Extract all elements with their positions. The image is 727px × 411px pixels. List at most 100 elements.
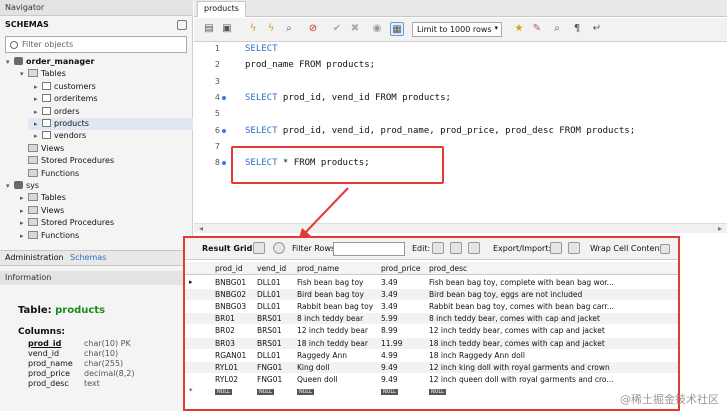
table-cell[interactable]: Bird bean bag toy [297,289,379,300]
tab-schemas[interactable]: Schemas [70,253,106,262]
table-cell[interactable]: BNBG02 [215,289,255,300]
editor-line[interactable]: 1 SELECT [194,42,727,56]
table-cell[interactable]: DLL01 [257,277,295,288]
table-cell[interactable]: BNBG01 [215,277,255,288]
table-row[interactable]: BNBG03 DLL01 Rabbit bean bag toy 3.49 Rabbit… [185,301,678,312]
chevron-down-icon[interactable]: ▾ [20,68,28,80]
column-header-prod_desc[interactable]: prod_desc [429,262,677,275]
table-cell[interactable]: DLL01 [257,350,295,361]
chevron-right-icon[interactable]: ▸ [34,93,42,105]
table-cell[interactable]: 8.99 [381,325,427,336]
table-cell[interactable]: BRS01 [257,325,295,336]
tree-item-products[interactable]: ▸ products [28,118,193,130]
table-cell[interactable]: 9.49 [381,362,427,373]
table-row[interactable]: BR02 BRS01 12 inch teddy bear 8.99 12 inch t… [185,325,678,336]
table-cell[interactable]: Queen doll [297,374,379,385]
tree-item-sys[interactable]: ▾ sys [6,180,39,192]
table-cell[interactable]: BNBG03 [215,301,255,312]
tree-item-stored-procedures[interactable]: ▸ Stored Procedures [20,217,114,229]
column-header-prod_name[interactable]: prod_name [297,262,379,275]
sql-editor[interactable]: 1 SELECT 2 prod_name FROM products; 3 4 SELECT… [194,42,727,234]
table-row[interactable]: BNBG02 DLL01 Bird bean bag toy 3.49 Bird bea… [185,289,678,301]
editor-line[interactable]: 2 prod_name FROM products; [194,58,727,72]
table-cell[interactable]: King doll [297,362,379,373]
table-row[interactable]: BR01 BRS01 8 inch teddy bear 5.99 8 inch ted… [185,313,678,325]
wrap-lines-icon[interactable]: ↵ [590,22,604,36]
invisible-chars-icon[interactable]: ¶ [570,22,584,36]
table-cell[interactable]: BRS01 [257,313,295,324]
find-icon[interactable]: ⌕ [550,22,564,36]
table-cell[interactable]: 4.99 [381,350,427,361]
chevron-right-icon[interactable]: ▸ [20,230,28,242]
table-cell[interactable]: 11.99 [381,338,427,349]
export-icon[interactable] [550,242,562,254]
save-icon[interactable]: ▣ [220,22,234,36]
editor-line[interactable]: 5 [194,107,727,121]
refresh-icon[interactable] [273,242,285,254]
editor-line[interactable]: 4 SELECT prod_id, vend_id FROM products; [194,91,727,105]
autocommit-icon[interactable]: ◉ [370,22,384,36]
tab-products[interactable]: products [197,1,246,17]
column-header-prod_id[interactable]: prod_id [215,262,255,275]
chevron-right-icon[interactable]: ▸ [34,81,42,93]
table-cell[interactable]: 12 inch king doll with royal garments an… [429,362,677,373]
column-header-prod_price[interactable]: prod_price [381,262,427,275]
bookmark-icon[interactable]: ★ [512,22,526,36]
tree-item-orderitems[interactable]: ▸ orderitems [34,93,98,105]
table-cell[interactable]: 9.49 [381,374,427,385]
result-grid-tab[interactable]: Result Grid [202,244,252,253]
editor-line[interactable]: 6 SELECT prod_id, vend_id, prod_name, pro… [194,124,727,138]
table-cell[interactable]: NULL [257,386,274,397]
insert-row-icon[interactable] [450,242,462,254]
stop-icon[interactable]: ⊘ [306,22,320,36]
chevron-down-icon[interactable]: ▾ [6,180,14,192]
table-cell[interactable]: 3.49 [381,289,427,300]
table-cell[interactable]: Rabbit bean bag toy [297,301,379,312]
table-cell[interactable]: BRS01 [257,338,295,349]
tree-item-order_manager[interactable]: ▾ order_manager [6,56,94,68]
table-cell[interactable]: 8 inch teddy bear, comes with cap and ja… [429,313,677,324]
table-cell[interactable]: RGAN01 [215,350,255,361]
tree-item-customers[interactable]: ▸ customers [34,81,96,93]
tree-item-tables[interactable]: ▸ Tables [20,192,66,204]
table-cell[interactable]: BR02 [215,325,255,336]
chevron-right-icon[interactable]: ▸ [34,130,42,142]
refresh-icon[interactable] [177,20,187,30]
table-cell[interactable]: RYL01 [215,362,255,373]
table-cell[interactable]: NULL [215,386,232,397]
beautify-icon[interactable]: ✎ [530,22,544,36]
table-cell[interactable]: BR03 [215,338,255,349]
table-cell[interactable]: FNG01 [257,362,295,373]
table-cell[interactable]: 8 inch teddy bear [297,313,379,324]
table-cell[interactable]: Bird bean bag toy, eggs are not included [429,289,677,300]
limit-rows-select[interactable]: Limit to 1000 rows ▾ [412,22,502,37]
table-cell[interactable]: 18 inch Raggedy Ann doll [429,350,677,361]
tree-item-orders[interactable]: ▸ orders [34,106,80,118]
chevron-right-icon[interactable]: ▸ [34,118,42,130]
execute-icon[interactable]: ϟ [246,22,260,36]
edit-row-icon[interactable] [432,242,444,254]
editor-scrollbar[interactable]: ◂ ▸ [194,223,727,233]
filter-rows-input[interactable] [333,242,405,256]
table-cell[interactable]: Fish bean bag toy [297,277,379,288]
chevron-right-icon[interactable]: ▸ [20,205,28,217]
explain-icon[interactable]: ⌕ [282,22,296,36]
execute-current-icon[interactable]: ϟ [264,22,278,36]
wrap-toggle-icon[interactable] [660,244,670,254]
table-row[interactable]: RGAN01 DLL01 Raggedy Ann 4.99 18 inch Ragged… [185,350,678,361]
chevron-right-icon[interactable]: ▸ [20,217,28,229]
tree-item-functions[interactable]: ▸ Functions [20,230,79,242]
table-cell[interactable]: 18 inch teddy bear, comes with cap and j… [429,338,677,349]
table-cell[interactable]: NULL [297,386,314,397]
table-cell[interactable]: 3.49 [381,301,427,312]
tree-item-views[interactable]: Views [20,143,64,155]
commit-icon[interactable]: ✔ [330,22,344,36]
table-row[interactable]: BR03 BRS01 18 inch teddy bear 11.99 18 inch … [185,337,678,349]
open-file-icon[interactable]: ▤ [202,22,216,36]
scroll-right-icon[interactable]: ▸ [718,224,722,233]
table-cell[interactable]: 12 inch queen doll with royal garments a… [429,374,677,385]
table-row[interactable]: RYL02 FNG01 Queen doll 9.49 12 inch queen do… [185,374,678,385]
table-cell[interactable]: NULL [429,386,446,397]
new-row[interactable]: * NULL NULL NULL NULL NULL [185,386,678,397]
chevron-down-icon[interactable]: ▾ [6,56,14,68]
